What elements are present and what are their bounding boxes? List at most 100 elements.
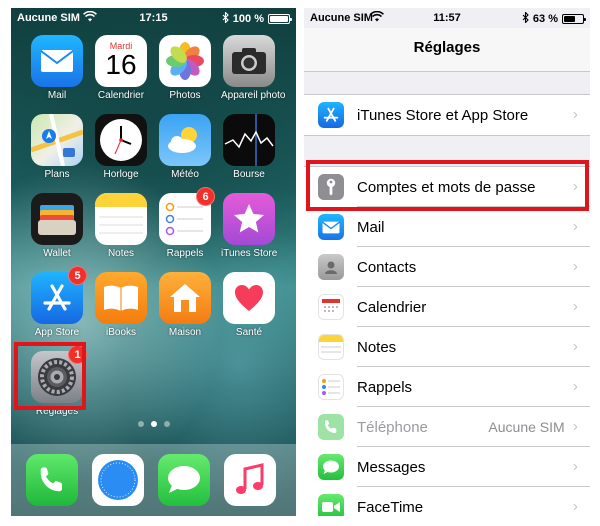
- app-label: Météo: [171, 169, 199, 180]
- battery-status: 63 %: [522, 11, 586, 26]
- app-wallet[interactable]: Wallet: [29, 193, 85, 259]
- app-label: Mail: [47, 90, 67, 101]
- settings-row-label: Messages: [357, 458, 426, 476]
- settings-group-stores: iTunes Store et App Store ›: [304, 94, 590, 136]
- app-reminders[interactable]: 6 Rappels: [157, 187, 215, 259]
- settings-row-itunes-app-store[interactable]: iTunes Store et App Store ›: [304, 95, 590, 135]
- chevron-right-icon: ›: [572, 258, 578, 275]
- app-label: Bourse: [233, 169, 265, 180]
- settings-row-facetime[interactable]: FaceTime ›: [304, 487, 590, 516]
- settings-screen: Aucune SIM 11:57 63 % Réglages iTunes St…: [304, 8, 590, 516]
- status-bar-right: Aucune SIM 11:57 63 %: [304, 8, 590, 28]
- home-icon: [159, 272, 211, 324]
- settings-row-label: Notes: [357, 338, 397, 356]
- app-health[interactable]: Santé: [221, 272, 277, 338]
- highlight-frame-settings-app: [14, 342, 86, 410]
- maps-icon: [31, 114, 83, 166]
- settings-row-phone[interactable]: Téléphone Aucune SIM ›: [304, 407, 590, 447]
- app-label: Photos: [169, 90, 201, 101]
- phone-icon: [26, 454, 78, 506]
- app-notes[interactable]: Notes: [93, 193, 149, 259]
- app-home[interactable]: Maison: [157, 272, 213, 338]
- app-app-store[interactable]: 5 App Store: [29, 266, 87, 338]
- contacts-icon: [318, 254, 344, 280]
- app-label: Appareil photo: [221, 90, 286, 101]
- highlight-frame-accounts-row: [306, 160, 589, 211]
- dock-safari[interactable]: [90, 454, 146, 506]
- home-screen: Aucune SIM 17:15 100 % Mail Mardi 16 Cal…: [11, 8, 296, 516]
- app-label: Horloge: [103, 169, 139, 180]
- app-label: Santé: [235, 327, 263, 338]
- calendar-icon: Mardi 16: [95, 35, 147, 87]
- reminders-icon: [318, 374, 344, 400]
- app-label: App Store: [34, 327, 80, 338]
- settings-row-label: FaceTime: [357, 498, 424, 516]
- app-label: iTunes Store: [221, 248, 278, 259]
- settings-row-mail[interactable]: Mail ›: [304, 207, 590, 247]
- ibooks-icon: [95, 272, 147, 324]
- chevron-right-icon: ›: [572, 418, 578, 435]
- chevron-right-icon: ›: [572, 218, 578, 235]
- safari-icon: [92, 454, 144, 506]
- notification-badge: 5: [68, 266, 87, 285]
- app-stocks[interactable]: Bourse: [221, 114, 277, 180]
- calendar-icon: [318, 294, 344, 320]
- chevron-right-icon: ›: [572, 338, 578, 355]
- settings-row-contacts[interactable]: Contacts ›: [304, 247, 590, 287]
- app-calendar[interactable]: Mardi 16 Calendrier: [93, 35, 149, 101]
- bluetooth-icon: [522, 11, 529, 26]
- settings-row-label: Téléphone: [357, 418, 428, 436]
- app-label: Plans: [44, 169, 70, 180]
- photos-icon: [159, 35, 211, 87]
- stocks-icon: [223, 114, 275, 166]
- notification-badge: 6: [196, 187, 215, 206]
- settings-row-calendar[interactable]: Calendrier ›: [304, 287, 590, 327]
- settings-row-reminders[interactable]: Rappels ›: [304, 367, 590, 407]
- app-maps[interactable]: Plans: [29, 114, 85, 180]
- chevron-right-icon: ›: [572, 458, 578, 475]
- health-icon: [223, 272, 275, 324]
- app-itunes-store[interactable]: iTunes Store: [221, 193, 277, 259]
- mail-icon: [31, 35, 83, 87]
- settings-row-label: Contacts: [357, 258, 417, 276]
- chevron-right-icon: ›: [572, 298, 578, 315]
- status-bar-left: Aucune SIM 17:15 100 %: [11, 8, 296, 28]
- phone-icon: [318, 414, 344, 440]
- app-camera[interactable]: Appareil photo: [221, 35, 286, 101]
- chevron-right-icon: ›: [572, 378, 578, 395]
- settings-row-label: Mail: [357, 218, 385, 236]
- app-ibooks[interactable]: iBooks: [93, 272, 149, 338]
- chevron-right-icon: ›: [572, 498, 578, 515]
- app-label: iBooks: [105, 327, 136, 338]
- dock: [11, 444, 296, 516]
- battery-status: 100 %: [222, 11, 292, 26]
- chevron-right-icon: ›: [572, 106, 578, 123]
- app-store-icon: [318, 102, 344, 128]
- settings-row-messages[interactable]: Messages ›: [304, 447, 590, 487]
- dock-phone[interactable]: [24, 454, 80, 506]
- battery-percent: 100 %: [232, 13, 264, 25]
- settings-row-label: iTunes Store et App Store: [357, 106, 529, 124]
- mail-icon: [318, 214, 344, 240]
- settings-row-value: Aucune SIM: [488, 419, 565, 435]
- page-title: Réglages: [413, 39, 481, 56]
- dock-music[interactable]: [222, 454, 278, 506]
- app-weather[interactable]: Météo: [157, 114, 213, 180]
- settings-group-apps: Comptes et mots de passe › Mail › Contac…: [304, 166, 590, 516]
- navigation-bar: Réglages: [304, 28, 590, 72]
- battery-percent: 63 %: [532, 13, 558, 25]
- weather-icon: [159, 114, 211, 166]
- dock-messages[interactable]: [156, 454, 212, 506]
- calendar-day-number: 16: [105, 49, 137, 80]
- settings-row-notes[interactable]: Notes ›: [304, 327, 590, 367]
- bluetooth-icon: [222, 11, 229, 26]
- app-photos[interactable]: Photos: [157, 35, 213, 101]
- battery-icon: [268, 14, 292, 24]
- messages-icon: [158, 454, 210, 506]
- settings-row-label: Rappels: [357, 378, 413, 396]
- app-clock[interactable]: Horloge: [93, 114, 149, 180]
- page-indicator[interactable]: [11, 421, 296, 427]
- app-mail[interactable]: Mail: [29, 35, 85, 101]
- app-label: Maison: [168, 327, 202, 338]
- app-label: Calendrier: [97, 90, 145, 101]
